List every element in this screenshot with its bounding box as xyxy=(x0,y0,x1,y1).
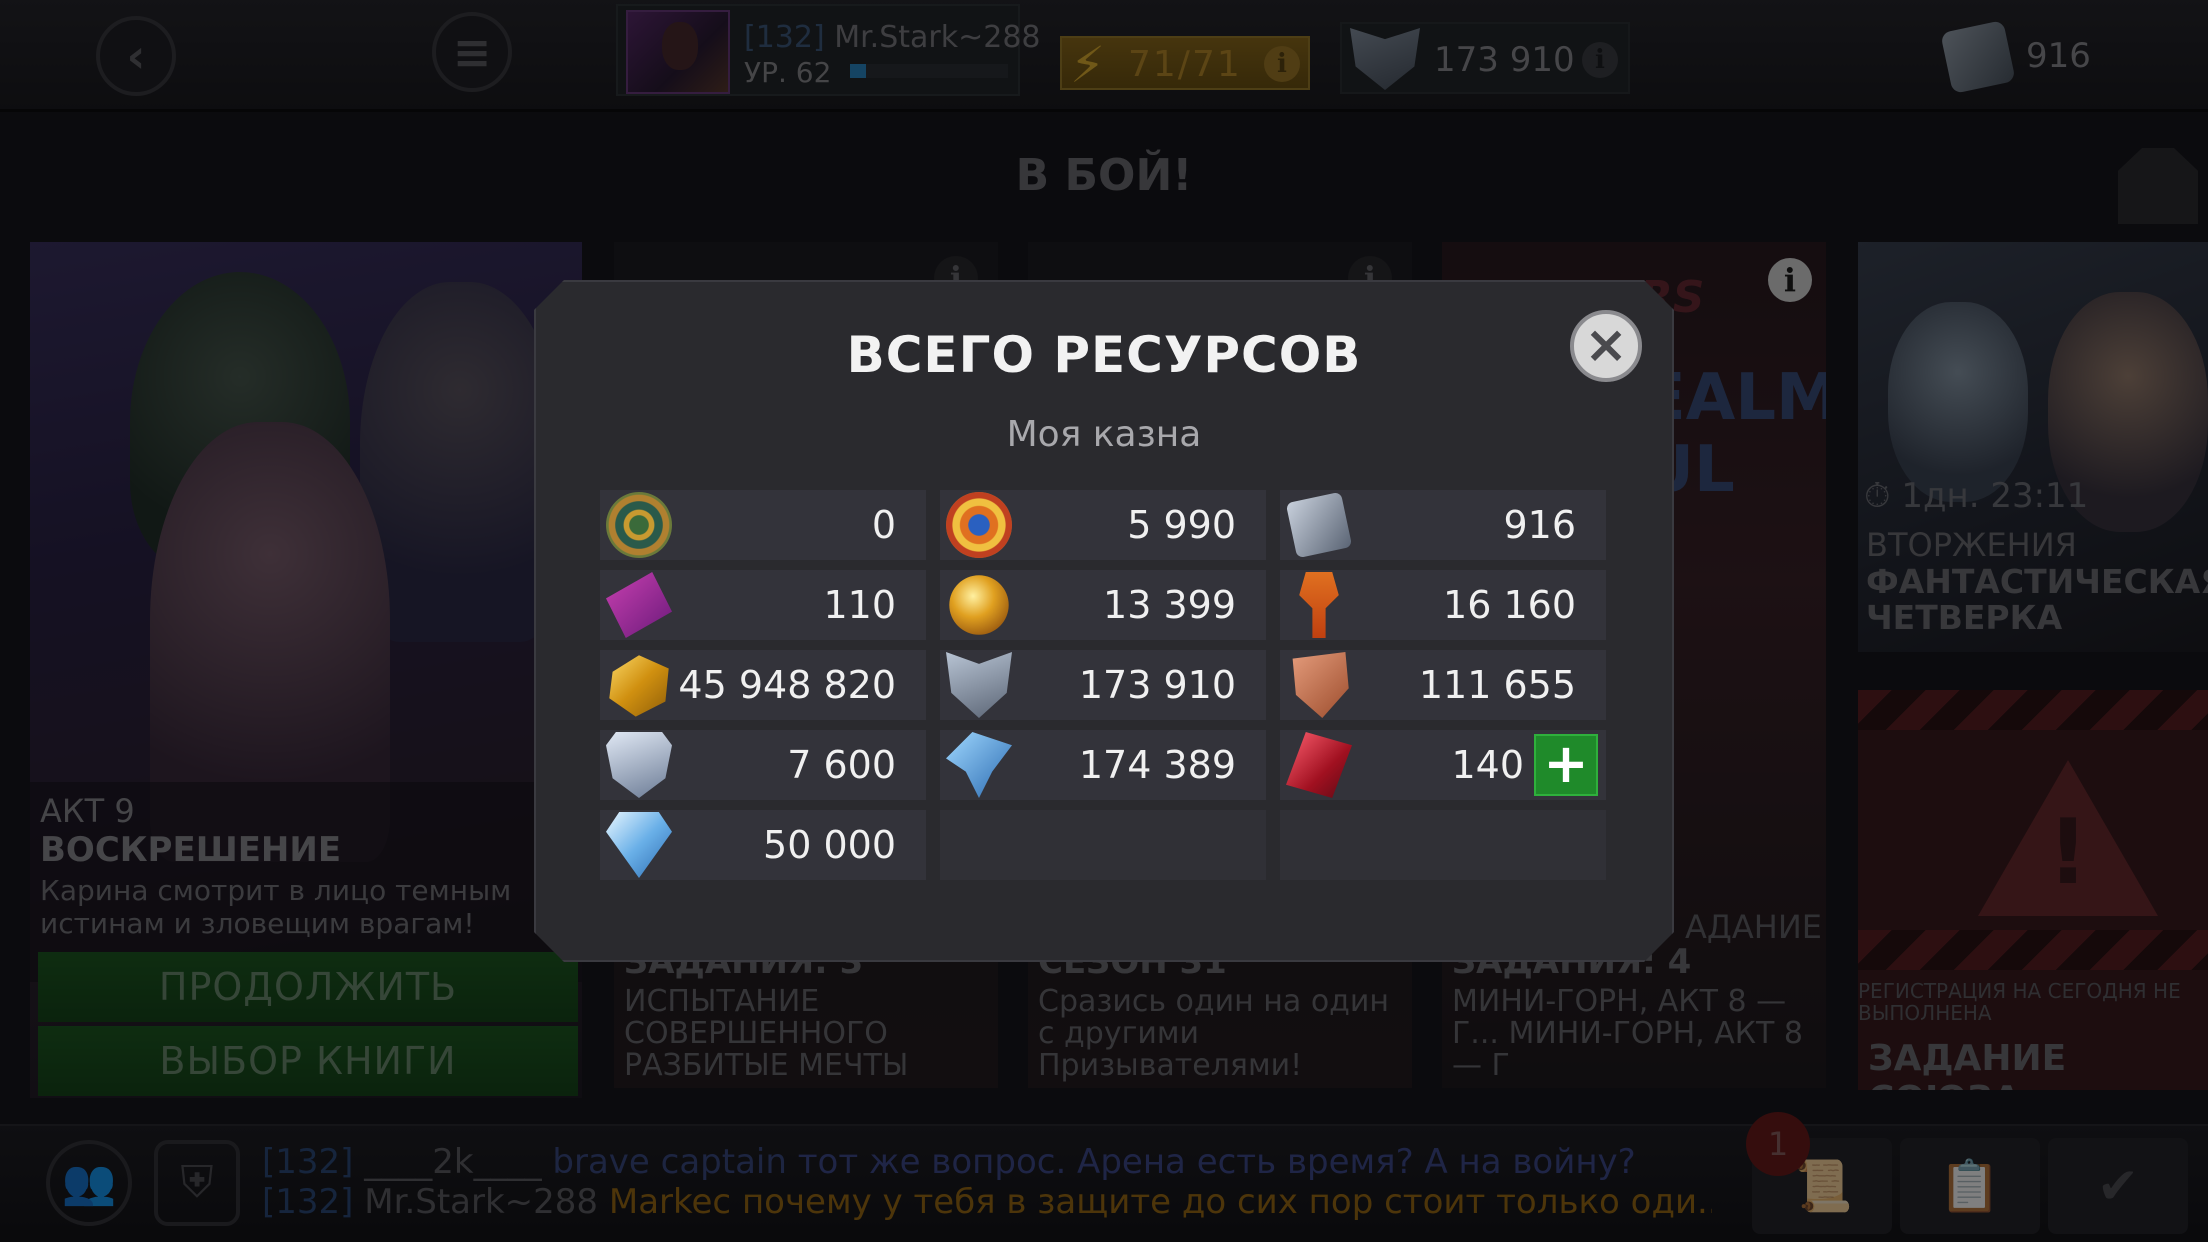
resource-loyalty-shield[interactable]: 7 600 xyxy=(600,730,926,800)
resource-value: 110 xyxy=(823,583,896,627)
resource-gold[interactable]: 45 948 820 xyxy=(600,650,926,720)
close-icon[interactable]: × xyxy=(1570,310,1642,382)
resource-empty-slot xyxy=(940,810,1266,880)
resource-battlechip[interactable]: 173 910 xyxy=(940,650,1266,720)
glory-icon xyxy=(946,492,1012,558)
resource-value: 140 xyxy=(1451,743,1524,787)
resource-glory[interactable]: 5 990 xyxy=(940,490,1266,560)
crystal-shard-icon xyxy=(946,732,1012,798)
modal-subtitle: Моя казна xyxy=(1006,414,1202,455)
resource-value: 111 655 xyxy=(1418,663,1576,707)
resources-modal: ВСЕГО РЕСУРСОВ × Моя казна 0 5 990 916 1… xyxy=(534,280,1674,962)
resource-diamond[interactable]: 50 000 xyxy=(600,810,926,880)
gold-icon xyxy=(609,655,669,717)
units-icon xyxy=(1285,491,1353,559)
resource-unit-coin[interactable]: 0 xyxy=(600,490,926,560)
unit-coin-icon xyxy=(606,492,672,558)
resource-value: 16 160 xyxy=(1443,583,1576,627)
resource-ticket[interactable]: 110 xyxy=(600,570,926,640)
quest-token-icon xyxy=(1299,572,1339,638)
diamond-icon xyxy=(606,812,672,878)
resource-value: 7 600 xyxy=(787,743,896,787)
add-button[interactable]: + xyxy=(1534,734,1598,796)
resource-value: 0 xyxy=(871,503,896,547)
resource-value: 45 948 820 xyxy=(678,663,896,707)
bronze-badge-icon xyxy=(1292,652,1349,718)
resource-value: 173 910 xyxy=(1078,663,1236,707)
resource-value: 13 399 xyxy=(1103,583,1236,627)
resource-crystal-shard[interactable]: 174 389 xyxy=(940,730,1266,800)
resource-amber-orb[interactable]: 13 399 xyxy=(940,570,1266,640)
loyalty-shield-icon xyxy=(606,732,672,798)
resource-value: 916 xyxy=(1503,503,1576,547)
resource-red-crystal[interactable]: 140 + xyxy=(1280,730,1606,800)
resource-bronze-badge[interactable]: 111 655 xyxy=(1280,650,1606,720)
red-crystal-icon xyxy=(1286,732,1352,798)
resource-value: 174 389 xyxy=(1078,743,1236,787)
resource-empty-slot xyxy=(1280,810,1606,880)
resource-value: 5 990 xyxy=(1127,503,1236,547)
modal-title: ВСЕГО РЕСУРСОВ xyxy=(846,326,1362,384)
ticket-icon xyxy=(606,572,672,638)
resource-value: 50 000 xyxy=(763,823,896,867)
resource-units[interactable]: 916 xyxy=(1280,490,1606,560)
amber-orb-icon xyxy=(949,575,1009,635)
resource-quest-token[interactable]: 16 160 xyxy=(1280,570,1606,640)
battlechip-icon xyxy=(946,652,1012,718)
